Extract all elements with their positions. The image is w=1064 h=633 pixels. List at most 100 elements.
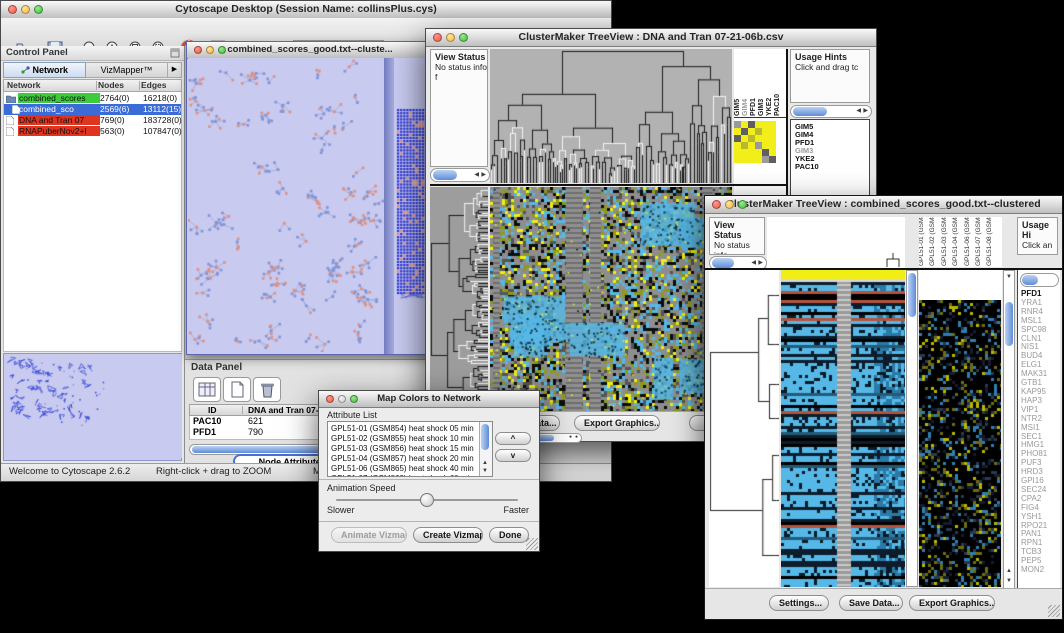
column-label: GIM4 <box>742 99 749 116</box>
network-nodes: 563(0) <box>100 126 125 136</box>
close-icon[interactable] <box>194 46 202 54</box>
heat-cell <box>769 149 776 156</box>
gene-list-hscrollbar[interactable] <box>1020 273 1059 287</box>
row-dendrogram-canvas[interactable] <box>430 187 488 411</box>
network-view-title-bar[interactable]: combined_scores_good.txt--cluste... <box>187 42 433 59</box>
minimize-icon[interactable] <box>725 200 734 209</box>
close-icon[interactable] <box>8 5 17 14</box>
network-edges: 16218(0) <box>143 93 177 103</box>
speed-slider-track[interactable] <box>336 499 518 501</box>
zoom-icon[interactable] <box>738 200 747 209</box>
map-colors-dialog: Map Colors to Network Attribute List GPL… <box>318 390 540 552</box>
zoom-icon[interactable] <box>34 5 43 14</box>
attribute-list-item[interactable]: GPL51-01 (GSM854) heat shock 05 min <box>331 424 474 434</box>
status-welcome: Welcome to Cytoscape 2.6.2 <box>9 464 130 480</box>
network-name: RNAPuberNov2+I <box>18 126 100 136</box>
heat-cell <box>762 135 769 142</box>
export-graphics-button[interactable]: Export Graphics... <box>574 415 660 431</box>
tab-overflow-icon[interactable]: ▶ <box>168 62 182 78</box>
resize-grip[interactable] <box>1048 605 1060 617</box>
minimize-icon[interactable] <box>206 46 214 54</box>
global-heatmap-canvas[interactable] <box>919 300 1001 587</box>
view-status-scrollbar[interactable]: ◀▶ <box>430 168 490 182</box>
tab-network[interactable]: Network <box>3 62 86 78</box>
attribute-list-item[interactable]: GPL51-06 (GSM865) heat shock 40 min <box>331 464 474 474</box>
settings-button[interactable]: Settings... <box>769 595 829 611</box>
heat-cell <box>762 128 769 135</box>
speed-slider-thumb[interactable] <box>420 493 434 507</box>
network-list-row[interactable]: combined_scores2764(0)16218(0) <box>4 93 181 104</box>
column-label: GIM3 <box>758 99 765 116</box>
network-list-row[interactable]: RNAPuberNov2+I563(0)107847(0) <box>4 126 181 137</box>
gene-label[interactable]: MON2 <box>1021 566 1047 575</box>
attribute-list-item[interactable]: GPL51-03 (GSM856) heat shock 15 min <box>331 444 474 454</box>
zoom-icon[interactable] <box>350 395 358 403</box>
heat-cell <box>755 142 762 149</box>
attribute-list[interactable]: GPL51-01 (GSM854) heat shock 05 minGPL51… <box>327 421 493 477</box>
create-vizmap-button[interactable]: Create Vizmap <box>413 527 483 543</box>
global-view-gap <box>919 270 1002 300</box>
status-zoom-hint: Right-click + drag to ZOOM <box>156 464 271 480</box>
data-col-id: ID <box>208 405 217 415</box>
dialog-title-bar[interactable]: Map Colors to Network <box>319 391 539 408</box>
minimize-icon[interactable] <box>21 5 30 14</box>
export-graphics-button[interactable]: Export Graphics... <box>909 595 995 611</box>
zoom-icon[interactable] <box>218 46 226 54</box>
save-data-button[interactable]: Save Data... <box>839 595 903 611</box>
treeview-window-combined: ClusterMaker TreeView : combined_scores_… <box>704 195 1063 620</box>
main-title-bar[interactable]: Cytoscape Desktop (Session Name: collins… <box>1 1 611 19</box>
pane-divider[interactable] <box>384 58 394 354</box>
heatmap-vscrollbar[interactable] <box>906 270 918 587</box>
treeview2-title: ClusterMaker TreeView : combined_scores_… <box>726 198 1040 210</box>
tab-vizmapper-label: VizMapper™ <box>101 65 153 75</box>
column-label: GPL51-07 (GSM868) <box>975 217 982 266</box>
network-nodes: 2569(6) <box>100 104 129 114</box>
move-down-button[interactable]: v <box>495 449 531 462</box>
treeview1-title-bar[interactable]: ClusterMaker TreeView : DNA and Tran 07-… <box>426 29 876 47</box>
new-attribute-icon[interactable] <box>223 377 251 402</box>
attribute-list-item[interactable]: GPL51-02 (GSM855) heat shock 10 min <box>331 434 474 444</box>
done-button[interactable]: Done <box>489 527 529 543</box>
column-dendrogram-canvas[interactable] <box>490 49 732 183</box>
attribute-select-icon[interactable] <box>193 377 221 402</box>
row-dendrogram-canvas[interactable] <box>709 270 779 587</box>
close-icon[interactable] <box>326 395 334 403</box>
minimize-icon <box>338 395 346 403</box>
column-label: GPL51-08 (GSM872) <box>986 217 993 266</box>
tab-vizmapper[interactable]: VizMapper™ <box>86 62 168 78</box>
network-overview-panel[interactable] <box>3 353 182 461</box>
heatmap-canvas[interactable] <box>781 270 905 587</box>
attribute-list-vscrollbar[interactable]: ▲ ▼ <box>479 422 492 476</box>
gene-list-panel[interactable]: PFD1YRA1RNR4MSL1SPC98CLN1NIS1BUD4ELG1MAK… <box>1017 270 1060 589</box>
animate-vizmap-button[interactable]: Animate Vizmap <box>331 527 407 543</box>
float-panel-icon[interactable] <box>170 48 180 63</box>
minimize-icon[interactable] <box>446 33 455 42</box>
folder-icon <box>6 94 16 103</box>
gene-label[interactable]: PAC10 <box>795 163 869 171</box>
treeview2-title-bar[interactable]: ClusterMaker TreeView : combined_scores_… <box>705 196 1062 214</box>
treeview1-title: ClusterMaker TreeView : DNA and Tran 07-… <box>519 31 784 43</box>
move-up-button[interactable]: ^ <box>495 432 531 445</box>
network-canvas[interactable] <box>188 58 384 352</box>
heat-cell <box>755 135 762 142</box>
attribute-list-item[interactable]: GPL51-04 (GSM857) heat shock 20 min <box>331 454 474 464</box>
attribute-list-item[interactable]: GPL51-07 (GSM868) heat shock 60 min <box>331 474 474 477</box>
resize-grip[interactable] <box>526 538 538 550</box>
gene-list-vscrollbar[interactable]: ▼ ▲ ▼ <box>1003 270 1015 589</box>
close-icon[interactable] <box>712 200 721 209</box>
row-value: 621 <box>248 416 263 426</box>
heat-cell <box>769 156 776 163</box>
col-network: Network <box>7 80 41 90</box>
detail-heatmap[interactable] <box>734 121 776 163</box>
heat-cell <box>769 142 776 149</box>
usage-hints-scrollbar[interactable]: ◀▶ <box>790 105 872 118</box>
delete-attribute-trash-icon[interactable] <box>253 377 281 402</box>
heatmap-canvas[interactable] <box>490 187 732 411</box>
network-list-row[interactable]: DNA and Tran 07769(0)183728(0) <box>4 115 181 126</box>
view-status-panel: View Status No status info f <box>430 49 488 167</box>
network-table-header[interactable]: Network Nodes Edges <box>3 79 182 92</box>
zoom-icon[interactable] <box>459 33 468 42</box>
close-icon[interactable] <box>433 33 442 42</box>
network-list-row[interactable]: combined_sco2569(6)13112(15) <box>4 104 181 115</box>
heat-cell <box>762 121 769 128</box>
